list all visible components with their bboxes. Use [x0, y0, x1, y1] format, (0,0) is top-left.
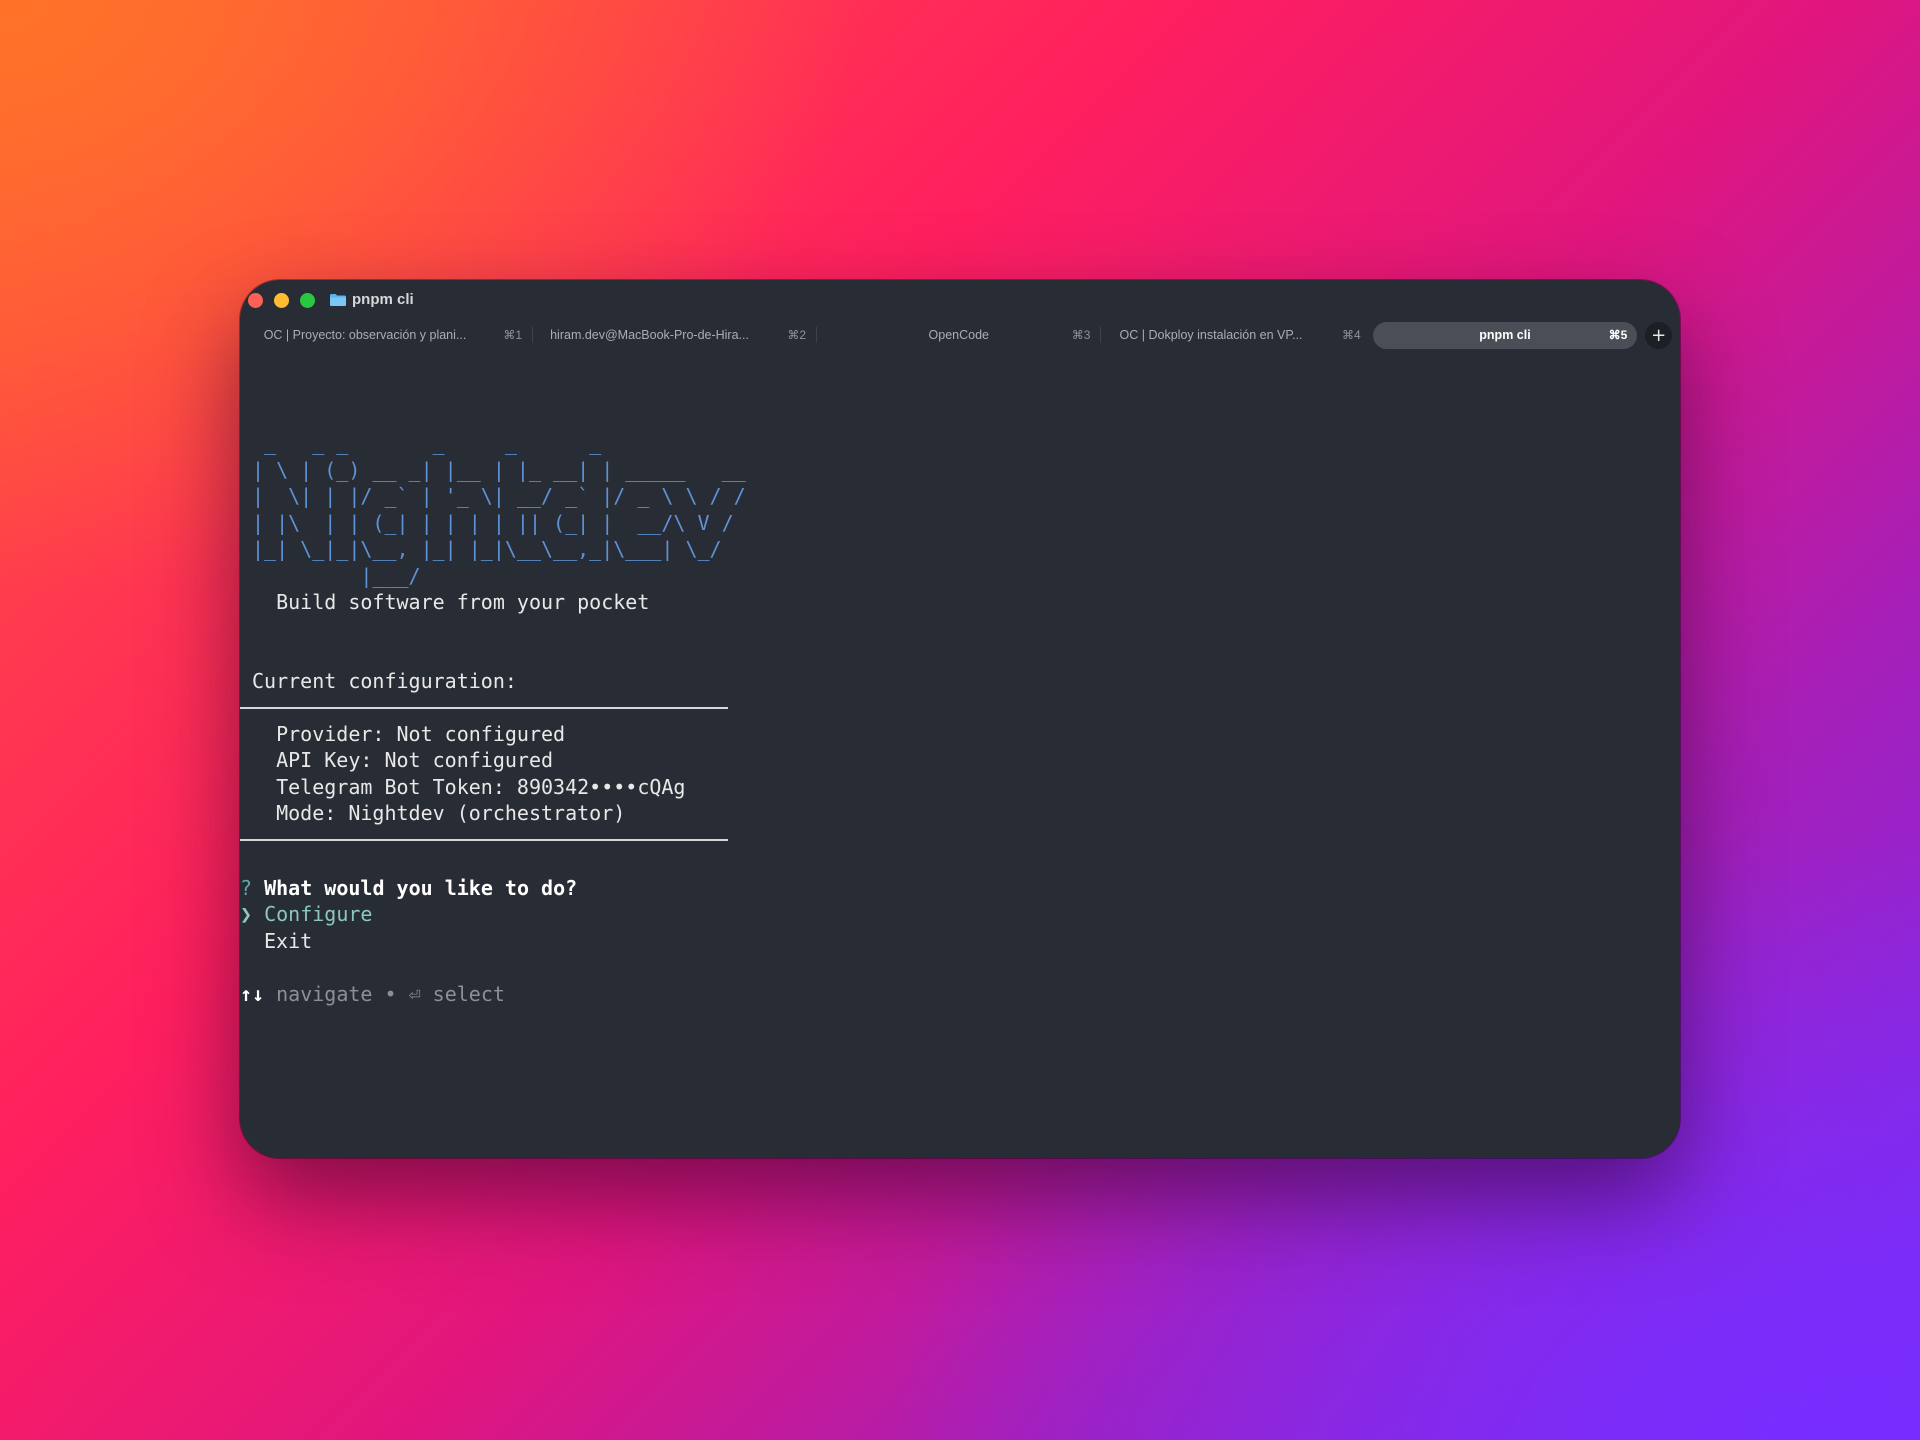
tab-1[interactable]: OC | Proyecto: observación y plani... ⌘1 [248, 322, 532, 349]
ascii-logo-line: | \ | (_) __ _| |__ | |_ __| | _____ __ [252, 457, 746, 482]
ascii-logo-line: _ _ _ _ _ _ [252, 431, 602, 455]
tab-shortcut: ⌘1 [503, 327, 523, 342]
folder-icon [330, 293, 346, 306]
prompt-question: What would you like to do? [252, 875, 578, 900]
tagline: Build software from your pocket [252, 590, 650, 614]
arrow-keys-icon: ↑↓ [240, 981, 265, 1006]
zoom-window-button[interactable] [300, 293, 315, 308]
tab-5-active[interactable]: pnpm cli ⌘5 [1372, 321, 1638, 349]
prompt-question-mark: ? [240, 875, 253, 900]
config-api-key: API Key: Not configured [252, 748, 554, 772]
terminal-output: _ _ _ _ _ _ | \ | (_) __ _| |__ | |_ __|… [240, 430, 746, 1007]
tab-shortcut: ⌘3 [1071, 327, 1091, 342]
config-telegram-token: Telegram Bot Token: 890342••••cQAg [252, 774, 686, 799]
tab-label: OC | Proyecto: observación y plani... [263, 328, 467, 342]
terminal-window: pnpm cli OC | Proyecto: observación y pl… [240, 280, 1680, 1158]
tab-label: OC | Dokploy instalación en VP... [1119, 328, 1303, 342]
tab-2[interactable]: hiram.dev@MacBook-Pro-de-Hira... ⌘2 [533, 322, 816, 349]
ascii-logo-line: |_| \_|_|\__, |_| |_|\__\__,_|\___| \_/ [252, 537, 722, 561]
keyboard-hint: ↑↓ navigate • ⏎ select [240, 981, 746, 1008]
tab-3[interactable]: OpenCode ⌘3 [817, 322, 1100, 349]
tab-shortcut: ⌘2 [787, 327, 807, 342]
window-title: pnpm cli [352, 291, 414, 308]
config-mode: Mode: Nightdev (orchestrator) [252, 801, 626, 825]
minimize-window-button[interactable] [274, 293, 289, 308]
tab-label: pnpm cli [1479, 328, 1531, 342]
window-title-group: pnpm cli [330, 291, 414, 308]
option-label: Configure [264, 902, 373, 926]
tab-label: OpenCode [928, 328, 989, 342]
tab-label: hiram.dev@MacBook-Pro-de-Hira... [550, 328, 749, 342]
config-bottom-rule [240, 838, 728, 841]
prompt-line: ? What would you like to do? [240, 875, 746, 902]
ascii-logo-line: |___/ [252, 563, 421, 588]
config-top-rule [240, 706, 728, 709]
selection-pointer-icon: ❯ [240, 902, 253, 926]
config-heading: Current configuration: [252, 669, 517, 693]
hint-text: navigate • ⏎ select [264, 981, 505, 1006]
close-window-button[interactable] [248, 293, 263, 308]
ascii-logo-line: | \| | |/ _` | '_ \| __/ _` |/ _ \ \ / / [252, 484, 746, 508]
ascii-logo-line: | |\ | | (_| | | | | || (_| | __/\ V / [252, 510, 734, 535]
tab-bar: OC | Proyecto: observación y plani... ⌘1… [248, 320, 1672, 350]
menu-option-exit[interactable]: Exit [240, 928, 746, 955]
title-bar: pnpm cli [240, 280, 1680, 320]
config-provider: Provider: Not configured [252, 721, 566, 746]
menu-option-configure[interactable]: ❯ Configure [240, 901, 746, 928]
tab-shortcut: ⌘5 [1608, 327, 1628, 342]
option-label: Exit [264, 928, 313, 953]
tab-4[interactable]: OC | Dokploy instalación en VP... ⌘4 [1101, 322, 1370, 349]
tab-shortcut: ⌘4 [1341, 327, 1361, 342]
new-tab-button[interactable]: + [1645, 321, 1672, 349]
